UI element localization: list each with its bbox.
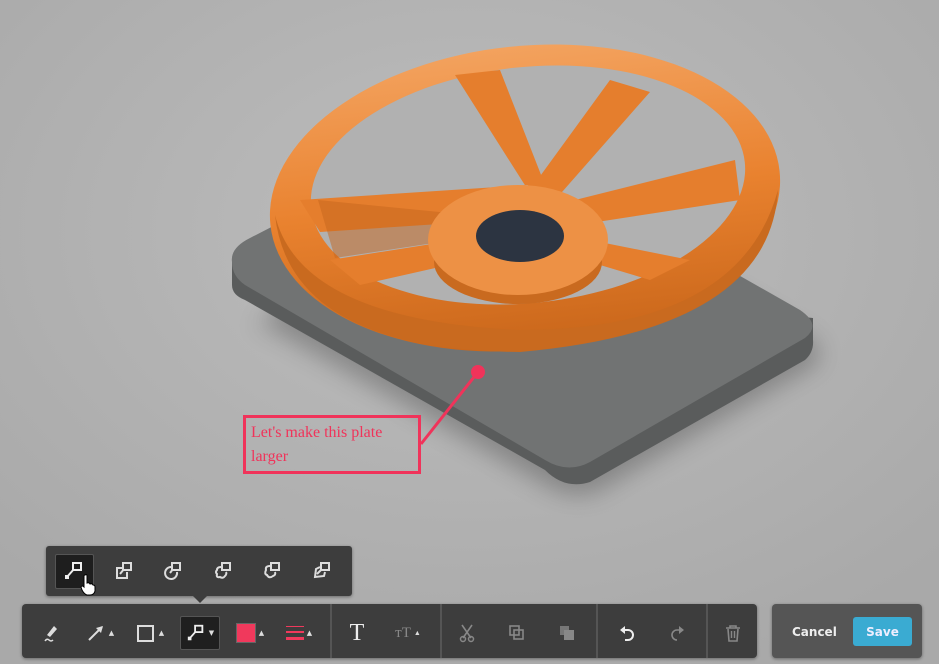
- divider: [706, 604, 708, 658]
- color-swatch: [235, 623, 256, 643]
- caret-up-icon: ▲: [258, 629, 265, 637]
- trash-icon: [726, 625, 740, 642]
- redo-button[interactable]: [664, 616, 690, 650]
- leader-anchor-dot: [471, 365, 485, 379]
- callout-freeform-icon: [313, 562, 330, 579]
- callout-box-button[interactable]: [105, 554, 144, 589]
- callout-straight-icon: [187, 624, 204, 641]
- rectangle-icon: [136, 625, 154, 642]
- divider: [596, 604, 598, 658]
- save-cancel-panel: Cancel Save: [772, 604, 922, 658]
- markup-toolbar: ▲ ▲ ▼ ▲ ▲ T ᴛT ▲: [22, 604, 757, 658]
- paste-icon: [560, 626, 574, 640]
- caret-up-icon: ▲: [108, 629, 115, 637]
- arrow-icon: [88, 626, 103, 641]
- callout-tool-button[interactable]: ▼: [180, 616, 220, 650]
- caret-up-icon: ▲: [413, 629, 421, 637]
- text-icon: T: [349, 619, 365, 646]
- callout-cloud-alt-button[interactable]: [253, 554, 292, 589]
- callout-cloud-icon: [214, 562, 231, 579]
- callout-cloud-button[interactable]: [204, 554, 243, 589]
- caret-down-icon: ▼: [208, 629, 215, 637]
- text-tool-button[interactable]: T: [342, 616, 372, 650]
- arrow-tool-button[interactable]: ▲: [80, 616, 120, 650]
- delete-button[interactable]: [720, 616, 746, 650]
- paste-button[interactable]: [554, 616, 580, 650]
- undo-button[interactable]: [614, 616, 640, 650]
- annotation-callout-box[interactable]: Let's make this plate larger: [243, 415, 421, 474]
- scissors-icon: [459, 624, 475, 643]
- line-weight-icon: [285, 626, 304, 640]
- undo-icon: [620, 626, 634, 641]
- divider: [330, 604, 332, 658]
- shape-tool-button[interactable]: ▲: [132, 616, 168, 650]
- callout-circle-icon: [164, 562, 182, 580]
- cancel-button[interactable]: Cancel: [792, 618, 837, 646]
- redo-icon: [671, 626, 684, 641]
- annotation-text-line2: larger: [251, 448, 289, 465]
- text-size-button[interactable]: ᴛT ▲: [388, 616, 428, 650]
- color-picker-button[interactable]: ▲: [232, 616, 268, 650]
- callout-circle-button[interactable]: [154, 554, 193, 589]
- copy-icon: [509, 625, 524, 640]
- divider: [440, 604, 442, 658]
- hand-cursor-icon: [80, 574, 96, 596]
- callout-cloud-alt-icon: [264, 562, 281, 579]
- pen-icon: [44, 626, 57, 642]
- cut-button[interactable]: [454, 616, 480, 650]
- callout-freeform-button[interactable]: [303, 554, 342, 589]
- text-size-icon: ᴛT: [395, 624, 411, 641]
- caret-up-icon: ▲: [158, 629, 165, 637]
- callout-box-icon: [115, 562, 132, 579]
- copy-button[interactable]: [504, 616, 530, 650]
- pen-tool-button[interactable]: [36, 616, 66, 650]
- caret-up-icon: ▲: [306, 629, 313, 637]
- line-weight-button[interactable]: ▲: [282, 616, 316, 650]
- annotation-text-line1: Let's make this plate: [251, 424, 383, 441]
- save-button[interactable]: Save: [853, 617, 912, 646]
